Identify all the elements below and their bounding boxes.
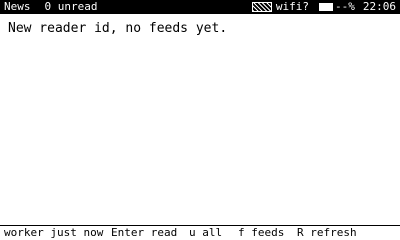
wifi-status: wifi? (275, 0, 309, 13)
worker-status: worker just now (4, 226, 104, 239)
empty-state-message: New reader id, no feeds yet. (8, 21, 228, 36)
status-right: wifi? --% 22:06 (251, 0, 396, 14)
refresh-hint[interactable]: R refresh (297, 226, 357, 240)
status-left: News 0 unread (4, 0, 97, 14)
footer-hints: worker just now Enter read u all f feeds… (0, 226, 400, 240)
clock: 22:06 (362, 0, 396, 13)
app-name: News (4, 0, 31, 13)
battery-percent: --% (335, 0, 355, 13)
read-all-hint[interactable]: u all (189, 226, 222, 240)
feeds-hint[interactable]: f feeds (238, 226, 284, 240)
unread-count: 0 unread (44, 0, 98, 13)
status-bar: News 0 unread wifi? --% 22:06 (0, 0, 400, 14)
signal-icon (251, 2, 272, 12)
battery-icon (319, 3, 333, 11)
enter-read-hint[interactable]: Enter read (111, 226, 177, 240)
